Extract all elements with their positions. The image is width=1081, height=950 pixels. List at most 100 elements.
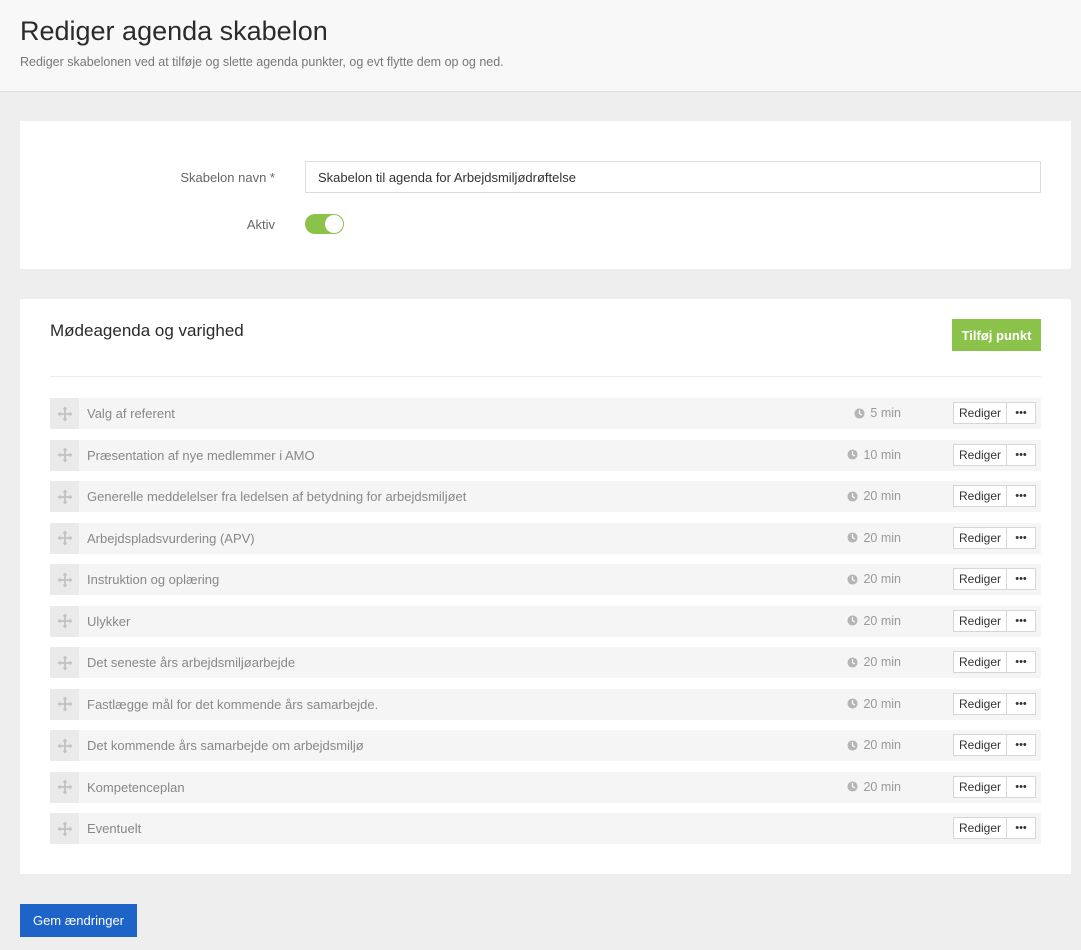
agenda-item-duration: 20 min bbox=[847, 697, 901, 711]
duration-text: 20 min bbox=[863, 655, 901, 669]
agenda-item-title: Fastlægge mål for det kommende års samar… bbox=[87, 696, 379, 712]
template-name-label: Skabelon navn * bbox=[180, 170, 275, 185]
agenda-list: Valg af referent 5 min Rediger ••• Præsentat… bbox=[50, 398, 1041, 855]
agenda-panel: Mødeagenda og varighed Tilføj punkt Valg… bbox=[20, 299, 1071, 874]
clock-icon bbox=[847, 739, 859, 751]
add-item-button[interactable]: Tilføj punkt bbox=[952, 319, 1041, 351]
duration-text: 10 min bbox=[863, 447, 901, 462]
agenda-item-title: Kompetenceplan bbox=[87, 779, 185, 795]
agenda-item-duration: 20 min bbox=[847, 572, 901, 586]
duration-text: 20 min bbox=[863, 530, 901, 545]
agenda-item-title: Det kommende års samarbejde om arbejdsmi… bbox=[87, 738, 364, 753]
more-options-button[interactable]: ••• bbox=[1006, 568, 1036, 590]
move-icon[interactable] bbox=[50, 481, 79, 512]
more-options-button[interactable]: ••• bbox=[1006, 775, 1036, 798]
duration-text: 20 min bbox=[863, 696, 901, 711]
clock-icon bbox=[847, 656, 859, 668]
more-options-button[interactable]: ••• bbox=[1006, 526, 1036, 549]
edit-item-button[interactable]: Rediger bbox=[953, 817, 1007, 839]
agenda-item-title: Eventuelt bbox=[87, 821, 142, 836]
duration-text: 20 min bbox=[863, 779, 901, 794]
edit-item-button[interactable]: Rediger bbox=[953, 402, 1007, 424]
agenda-item-row: Instruktion og oplæring 20 min Rediger ••• bbox=[50, 564, 1041, 595]
agenda-item-row: Kompetenceplan 20 min Rediger ••• bbox=[50, 771, 1041, 803]
save-changes-button[interactable]: Gem ændringer bbox=[20, 904, 137, 937]
agenda-item-row: Ulykker 20 min Rediger ••• bbox=[50, 605, 1041, 637]
agenda-item-duration: 20 min bbox=[847, 738, 901, 752]
clock-icon bbox=[847, 573, 859, 585]
agenda-item-row: Generelle meddelelser fra ledelsen af be… bbox=[50, 481, 1041, 512]
more-options-button[interactable]: ••• bbox=[1006, 485, 1036, 507]
clock-icon bbox=[847, 781, 859, 792]
toggle-knob bbox=[325, 215, 343, 233]
agenda-item-title: Det seneste års arbejdsmiljøarbejde bbox=[87, 655, 296, 670]
agenda-item-title: Præsentation af nye medlemmer i AMO bbox=[87, 447, 315, 463]
clock-icon bbox=[847, 490, 859, 502]
agenda-item-duration: 10 min bbox=[847, 448, 901, 462]
move-icon[interactable] bbox=[50, 688, 79, 720]
more-options-button[interactable]: ••• bbox=[1006, 609, 1036, 632]
edit-item-button[interactable]: Rediger bbox=[953, 485, 1007, 507]
edit-item-button[interactable]: Rediger bbox=[953, 443, 1007, 466]
duration-text: 20 min bbox=[863, 489, 901, 503]
move-icon[interactable] bbox=[50, 398, 79, 429]
move-icon[interactable] bbox=[50, 439, 79, 471]
agenda-item-duration: 20 min bbox=[847, 489, 901, 503]
agenda-item-duration: 5 min bbox=[854, 406, 901, 420]
clock-icon bbox=[847, 532, 859, 543]
duration-text: 20 min bbox=[863, 572, 901, 586]
agenda-item-row: Fastlægge mål for det kommende års samar… bbox=[50, 688, 1041, 720]
page-header: Rediger agenda skabelon Rediger skabelon… bbox=[0, 0, 1081, 92]
edit-item-button[interactable]: Rediger bbox=[953, 692, 1007, 715]
more-options-button[interactable]: ••• bbox=[1006, 651, 1036, 673]
duration-text: 20 min bbox=[863, 613, 901, 628]
edit-item-button[interactable]: Rediger bbox=[953, 526, 1007, 549]
agenda-item-row: Præsentation af nye medlemmer i AMO 10 mi… bbox=[50, 439, 1041, 471]
agenda-item-duration: 20 min bbox=[847, 655, 901, 669]
agenda-item-title: Arbejdspladsvurdering (APV) bbox=[87, 530, 255, 546]
edit-item-button[interactable]: Rediger bbox=[953, 651, 1007, 673]
more-options-button[interactable]: ••• bbox=[1006, 402, 1036, 424]
duration-text: 20 min bbox=[863, 738, 901, 752]
page-subtitle: Rediger skabelonen ved at tilføje og sle… bbox=[20, 55, 504, 69]
template-settings-panel: Skabelon navn * Aktiv bbox=[20, 121, 1071, 269]
clock-icon bbox=[847, 615, 859, 626]
active-toggle[interactable] bbox=[305, 214, 344, 234]
more-options-button[interactable]: ••• bbox=[1006, 443, 1036, 466]
agenda-item-row: Arbejdspladsvurdering (APV) 20 min Rediger… bbox=[50, 522, 1041, 554]
template-name-input[interactable] bbox=[305, 161, 1041, 193]
agenda-item-row: Eventuelt Rediger ••• bbox=[50, 813, 1041, 844]
section-divider bbox=[50, 376, 1041, 377]
agenda-item-row: Det seneste års arbejdsmiljøarbejde 20 mi… bbox=[50, 647, 1041, 678]
agenda-item-duration: 20 min bbox=[847, 780, 901, 794]
more-options-button[interactable]: ••• bbox=[1006, 692, 1036, 715]
clock-icon bbox=[847, 698, 859, 709]
agenda-item-title: Instruktion og oplæring bbox=[87, 572, 220, 587]
duration-text: 5 min bbox=[870, 406, 901, 420]
move-icon[interactable] bbox=[50, 522, 79, 554]
agenda-item-title: Generelle meddelelser fra ledelsen af be… bbox=[87, 489, 467, 504]
more-options-button[interactable]: ••• bbox=[1006, 734, 1036, 756]
agenda-item-row: Valg af referent 5 min Rediger ••• bbox=[50, 398, 1041, 429]
page-title: Rediger agenda skabelon bbox=[20, 16, 328, 46]
edit-item-button[interactable]: Rediger bbox=[953, 734, 1007, 756]
agenda-item-title: Ulykker bbox=[87, 613, 131, 629]
clock-icon bbox=[847, 449, 859, 460]
agenda-item-duration: 20 min bbox=[847, 531, 901, 545]
move-icon[interactable] bbox=[50, 647, 79, 678]
move-icon[interactable] bbox=[50, 564, 79, 595]
move-icon[interactable] bbox=[50, 730, 79, 761]
move-icon[interactable] bbox=[50, 813, 79, 844]
agenda-item-row: Det kommende års samarbejde om arbejdsmi… bbox=[50, 730, 1041, 761]
agenda-section-title: Mødeagenda og varighed bbox=[50, 321, 244, 340]
move-icon[interactable] bbox=[50, 605, 79, 637]
more-options-button[interactable]: ••• bbox=[1006, 817, 1036, 839]
move-icon[interactable] bbox=[50, 771, 79, 803]
edit-item-button[interactable]: Rediger bbox=[953, 609, 1007, 632]
active-label: Aktiv bbox=[246, 217, 275, 232]
edit-item-button[interactable]: Rediger bbox=[953, 775, 1007, 798]
agenda-item-duration: 20 min bbox=[847, 614, 901, 628]
agenda-item-title: Valg af referent bbox=[87, 406, 175, 421]
edit-item-button[interactable]: Rediger bbox=[953, 568, 1007, 590]
clock-icon bbox=[854, 407, 865, 419]
